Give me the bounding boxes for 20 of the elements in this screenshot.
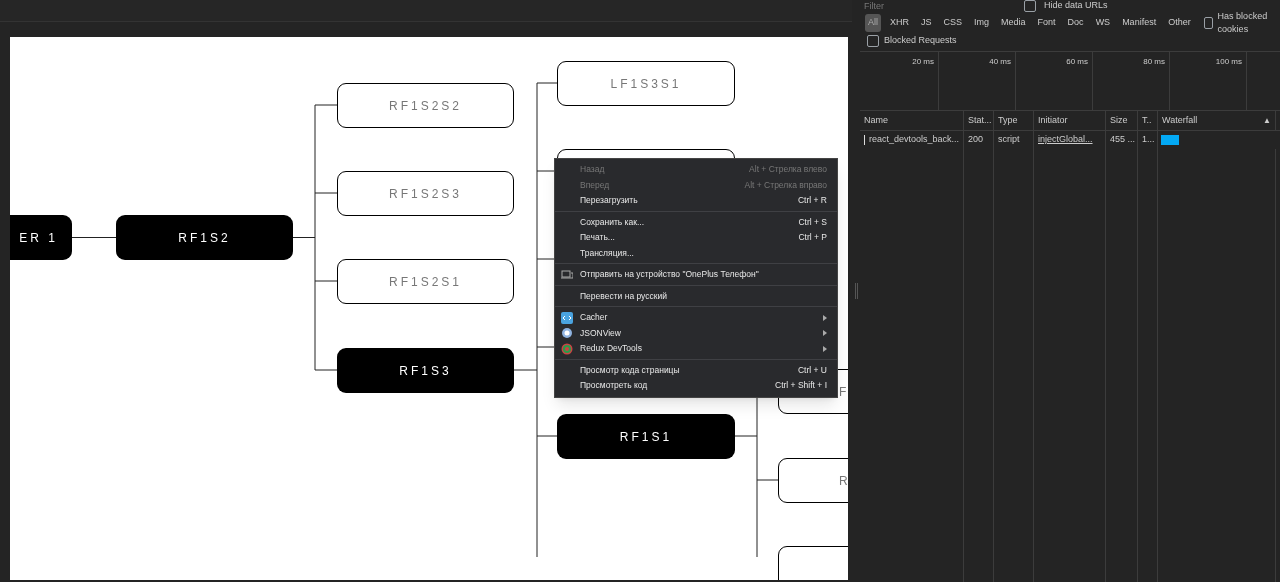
table-cell: 1... — [1142, 133, 1155, 147]
shortcut-text: Ctrl + Shift + I — [775, 379, 827, 393]
shortcut-text: Ctrl + R — [797, 194, 827, 208]
timeline-tick: 60 ms — [1066, 56, 1088, 68]
checkbox-label: Has blocked cookies — [1217, 9, 1269, 36]
timeline-tick: 80 ms — [1143, 56, 1165, 68]
timeline-tick: 20 ms — [912, 56, 934, 68]
timeline-tick: 40 ms — [989, 56, 1011, 68]
shortcut-text: Alt + Стрелка вправо — [744, 178, 827, 192]
shortcut-text: Ctrl + S — [798, 215, 827, 229]
table-cell: script — [998, 133, 1020, 147]
shortcut-text: Ctrl + U — [797, 363, 827, 377]
table-cell: 200 — [968, 133, 984, 147]
checkbox-label: Hide data URLs — [1044, 0, 1108, 13]
table-cell: 455 ... — [1110, 133, 1136, 147]
timeline-tick: 100 ms — [1215, 56, 1242, 68]
table-cell: react_devtools_back... — [868, 133, 959, 147]
checkbox-label: Blocked Requests — [884, 34, 957, 48]
shortcut-text: Alt + Стрелка влево — [749, 163, 827, 177]
shortcut-text: Ctrl + P — [798, 231, 827, 245]
